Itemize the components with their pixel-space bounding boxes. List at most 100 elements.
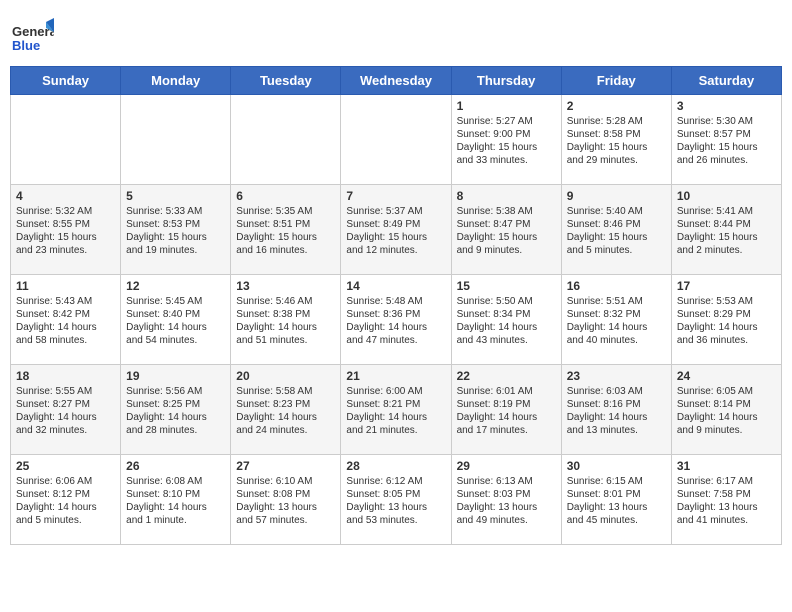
day-info: Daylight: 14 hours: [567, 411, 666, 424]
day-info: Sunset: 8:47 PM: [457, 218, 556, 231]
day-info: Sunrise: 6:00 AM: [346, 385, 445, 398]
day-info: and 57 minutes.: [236, 514, 335, 527]
day-number: 6: [236, 189, 335, 203]
day-info: Sunset: 8:21 PM: [346, 398, 445, 411]
day-info: and 1 minute.: [126, 514, 225, 527]
day-info: Sunrise: 6:03 AM: [567, 385, 666, 398]
day-info: Daylight: 14 hours: [346, 321, 445, 334]
day-info: Daylight: 14 hours: [16, 501, 115, 514]
day-info: Sunrise: 5:50 AM: [457, 295, 556, 308]
day-cell: 15Sunrise: 5:50 AMSunset: 8:34 PMDayligh…: [451, 275, 561, 365]
day-number: 26: [126, 459, 225, 473]
day-number: 19: [126, 369, 225, 383]
day-info: Daylight: 13 hours: [677, 501, 776, 514]
day-info: Sunrise: 5:56 AM: [126, 385, 225, 398]
day-info: Sunrise: 5:37 AM: [346, 205, 445, 218]
day-info: Daylight: 13 hours: [346, 501, 445, 514]
day-info: and 17 minutes.: [457, 424, 556, 437]
day-info: Sunrise: 5:58 AM: [236, 385, 335, 398]
day-number: 21: [346, 369, 445, 383]
day-info: Sunrise: 5:33 AM: [126, 205, 225, 218]
day-number: 13: [236, 279, 335, 293]
day-number: 10: [677, 189, 776, 203]
day-info: Sunset: 8:57 PM: [677, 128, 776, 141]
day-info: Sunset: 8:38 PM: [236, 308, 335, 321]
day-cell: 26Sunrise: 6:08 AMSunset: 8:10 PMDayligh…: [121, 455, 231, 545]
day-info: Sunset: 9:00 PM: [457, 128, 556, 141]
day-number: 9: [567, 189, 666, 203]
day-info: Sunset: 8:19 PM: [457, 398, 556, 411]
day-cell: 20Sunrise: 5:58 AMSunset: 8:23 PMDayligh…: [231, 365, 341, 455]
day-info: and 2 minutes.: [677, 244, 776, 257]
day-info: Daylight: 13 hours: [457, 501, 556, 514]
day-cell: 16Sunrise: 5:51 AMSunset: 8:32 PMDayligh…: [561, 275, 671, 365]
day-cell: [121, 95, 231, 185]
day-header-wednesday: Wednesday: [341, 67, 451, 95]
week-row-5: 25Sunrise: 6:06 AMSunset: 8:12 PMDayligh…: [11, 455, 782, 545]
logo-icon: General Blue: [10, 14, 54, 58]
day-info: Sunrise: 6:06 AM: [16, 475, 115, 488]
day-info: Sunrise: 6:12 AM: [346, 475, 445, 488]
day-number: 3: [677, 99, 776, 113]
day-header-thursday: Thursday: [451, 67, 561, 95]
day-info: Sunrise: 6:08 AM: [126, 475, 225, 488]
day-header-sunday: Sunday: [11, 67, 121, 95]
day-info: Daylight: 14 hours: [677, 321, 776, 334]
day-info: and 9 minutes.: [677, 424, 776, 437]
day-cell: 1Sunrise: 5:27 AMSunset: 9:00 PMDaylight…: [451, 95, 561, 185]
day-cell: 31Sunrise: 6:17 AMSunset: 7:58 PMDayligh…: [671, 455, 781, 545]
day-cell: 12Sunrise: 5:45 AMSunset: 8:40 PMDayligh…: [121, 275, 231, 365]
day-cell: 29Sunrise: 6:13 AMSunset: 8:03 PMDayligh…: [451, 455, 561, 545]
day-info: Daylight: 14 hours: [126, 321, 225, 334]
day-number: 22: [457, 369, 556, 383]
day-info: Sunset: 8:34 PM: [457, 308, 556, 321]
day-info: Sunrise: 5:30 AM: [677, 115, 776, 128]
day-cell: 21Sunrise: 6:00 AMSunset: 8:21 PMDayligh…: [341, 365, 451, 455]
day-info: and 40 minutes.: [567, 334, 666, 347]
day-cell: 8Sunrise: 5:38 AMSunset: 8:47 PMDaylight…: [451, 185, 561, 275]
day-info: and 45 minutes.: [567, 514, 666, 527]
day-info: and 51 minutes.: [236, 334, 335, 347]
day-info: Daylight: 13 hours: [236, 501, 335, 514]
day-info: Daylight: 15 hours: [677, 141, 776, 154]
day-number: 16: [567, 279, 666, 293]
day-info: Sunset: 8:03 PM: [457, 488, 556, 501]
day-info: Sunset: 8:36 PM: [346, 308, 445, 321]
day-info: and 5 minutes.: [16, 514, 115, 527]
day-number: 30: [567, 459, 666, 473]
day-info: and 49 minutes.: [457, 514, 556, 527]
logo: General Blue: [10, 14, 58, 58]
day-info: Sunrise: 5:46 AM: [236, 295, 335, 308]
day-info: Sunrise: 5:55 AM: [16, 385, 115, 398]
day-info: Daylight: 15 hours: [677, 231, 776, 244]
day-info: Sunrise: 5:45 AM: [126, 295, 225, 308]
day-info: and 29 minutes.: [567, 154, 666, 167]
day-cell: 27Sunrise: 6:10 AMSunset: 8:08 PMDayligh…: [231, 455, 341, 545]
day-info: and 5 minutes.: [567, 244, 666, 257]
day-info: Sunrise: 5:53 AM: [677, 295, 776, 308]
calendar-header: SundayMondayTuesdayWednesdayThursdayFrid…: [11, 67, 782, 95]
day-info: Daylight: 15 hours: [126, 231, 225, 244]
day-info: Daylight: 14 hours: [677, 411, 776, 424]
day-info: Sunset: 8:32 PM: [567, 308, 666, 321]
day-cell: 4Sunrise: 5:32 AMSunset: 8:55 PMDaylight…: [11, 185, 121, 275]
day-info: Sunset: 8:42 PM: [16, 308, 115, 321]
day-info: Sunrise: 5:35 AM: [236, 205, 335, 218]
day-info: Sunset: 8:10 PM: [126, 488, 225, 501]
day-cell: 7Sunrise: 5:37 AMSunset: 8:49 PMDaylight…: [341, 185, 451, 275]
day-number: 20: [236, 369, 335, 383]
day-info: and 13 minutes.: [567, 424, 666, 437]
day-cell: 5Sunrise: 5:33 AMSunset: 8:53 PMDaylight…: [121, 185, 231, 275]
day-info: Daylight: 15 hours: [457, 231, 556, 244]
calendar-table: SundayMondayTuesdayWednesdayThursdayFrid…: [10, 66, 782, 545]
day-info: Daylight: 14 hours: [16, 411, 115, 424]
day-number: 25: [16, 459, 115, 473]
day-info: Sunset: 8:14 PM: [677, 398, 776, 411]
day-cell: 19Sunrise: 5:56 AMSunset: 8:25 PMDayligh…: [121, 365, 231, 455]
day-info: Sunset: 8:55 PM: [16, 218, 115, 231]
day-cell: 3 Sunrise: 5:30 AMSunset: 8:57 PMDaylight…: [671, 95, 781, 185]
day-info: Daylight: 14 hours: [16, 321, 115, 334]
day-cell: 14Sunrise: 5:48 AMSunset: 8:36 PMDayligh…: [341, 275, 451, 365]
day-info: Sunset: 8:25 PM: [126, 398, 225, 411]
day-info: Daylight: 15 hours: [236, 231, 335, 244]
